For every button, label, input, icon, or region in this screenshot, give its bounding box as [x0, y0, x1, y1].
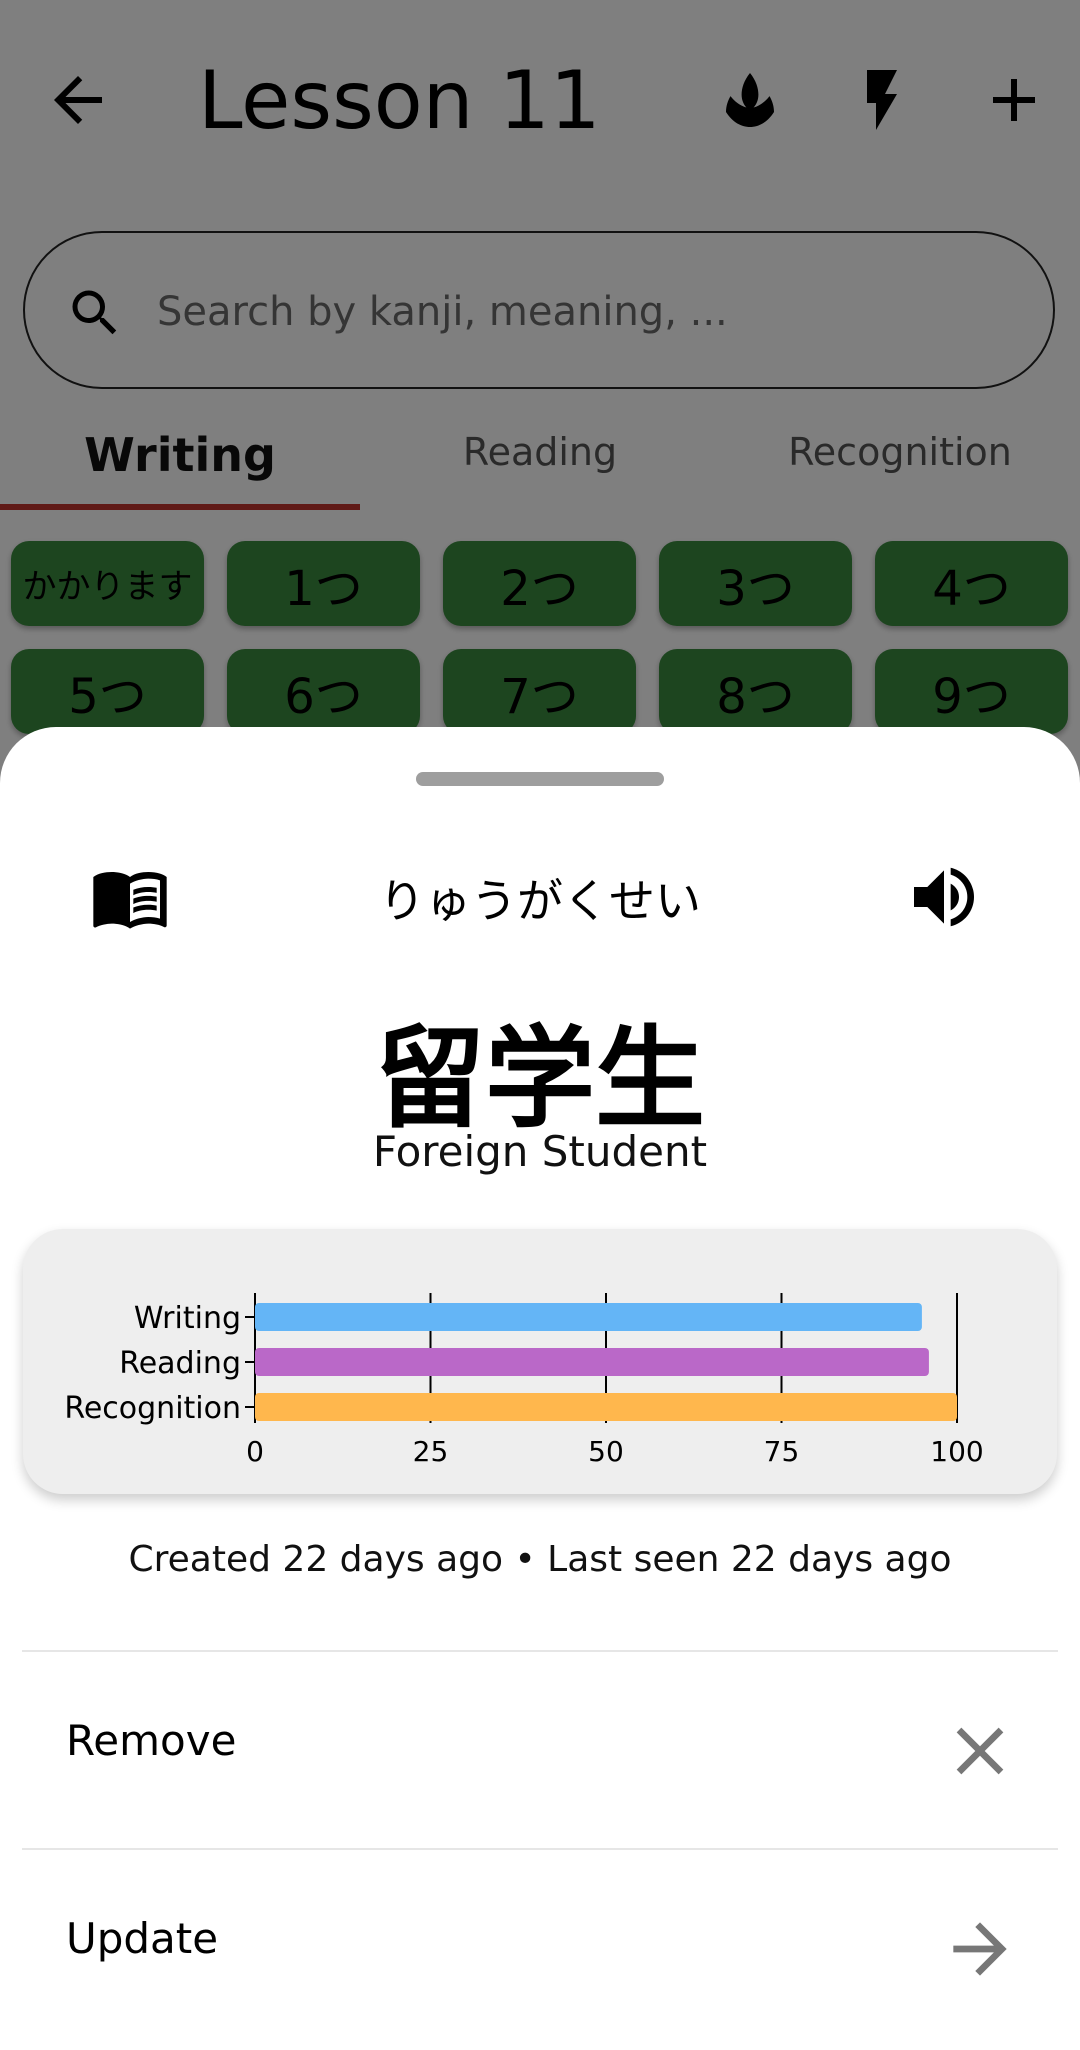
progress-chart-card: 0 25 50 75 100 Writing Reading Recognition	[23, 1229, 1057, 1494]
dictionary-icon[interactable]	[90, 857, 170, 937]
update-action[interactable]: Update	[0, 1849, 1080, 2045]
chart-x-tick-label: 25	[413, 1435, 449, 1468]
chart-bar	[255, 1393, 957, 1421]
chart-bar	[255, 1348, 929, 1376]
update-label: Update	[66, 1914, 219, 1963]
speaker-icon[interactable]	[904, 857, 984, 937]
chart-bar	[255, 1303, 922, 1331]
chart-category-label: Reading	[119, 1346, 241, 1381]
chart-x-tick-label: 75	[764, 1435, 800, 1468]
vocab-detail-sheet: りゅうがくせい 留学生 Foreign Student 0 25 50 75 100 Wr…	[0, 727, 1080, 2050]
remove-label: Remove	[66, 1716, 237, 1765]
close-icon	[940, 1711, 1020, 1791]
progress-bar-chart: 0 25 50 75 100 Writing Reading Recognition	[64, 1293, 984, 1468]
chart-x-tick-label: 100	[930, 1435, 983, 1468]
chart-x-tick-label: 50	[588, 1435, 624, 1468]
word-meaning: Foreign Student	[372, 1127, 708, 1176]
kana-reading: りゅうがくせい	[379, 874, 701, 928]
kanji-word: 留学生	[375, 1015, 705, 1143]
remove-action[interactable]: Remove	[0, 1651, 1080, 1847]
arrow-right-icon	[940, 1909, 1020, 1989]
created-last-seen-text: Created 22 days ago • Last seen 22 days …	[128, 1539, 952, 1580]
chart-x-tick-label: 0	[246, 1435, 264, 1468]
chart-category-label: Writing	[134, 1301, 241, 1336]
drag-handle[interactable]	[416, 772, 664, 786]
chart-category-label: Recognition	[64, 1391, 241, 1426]
